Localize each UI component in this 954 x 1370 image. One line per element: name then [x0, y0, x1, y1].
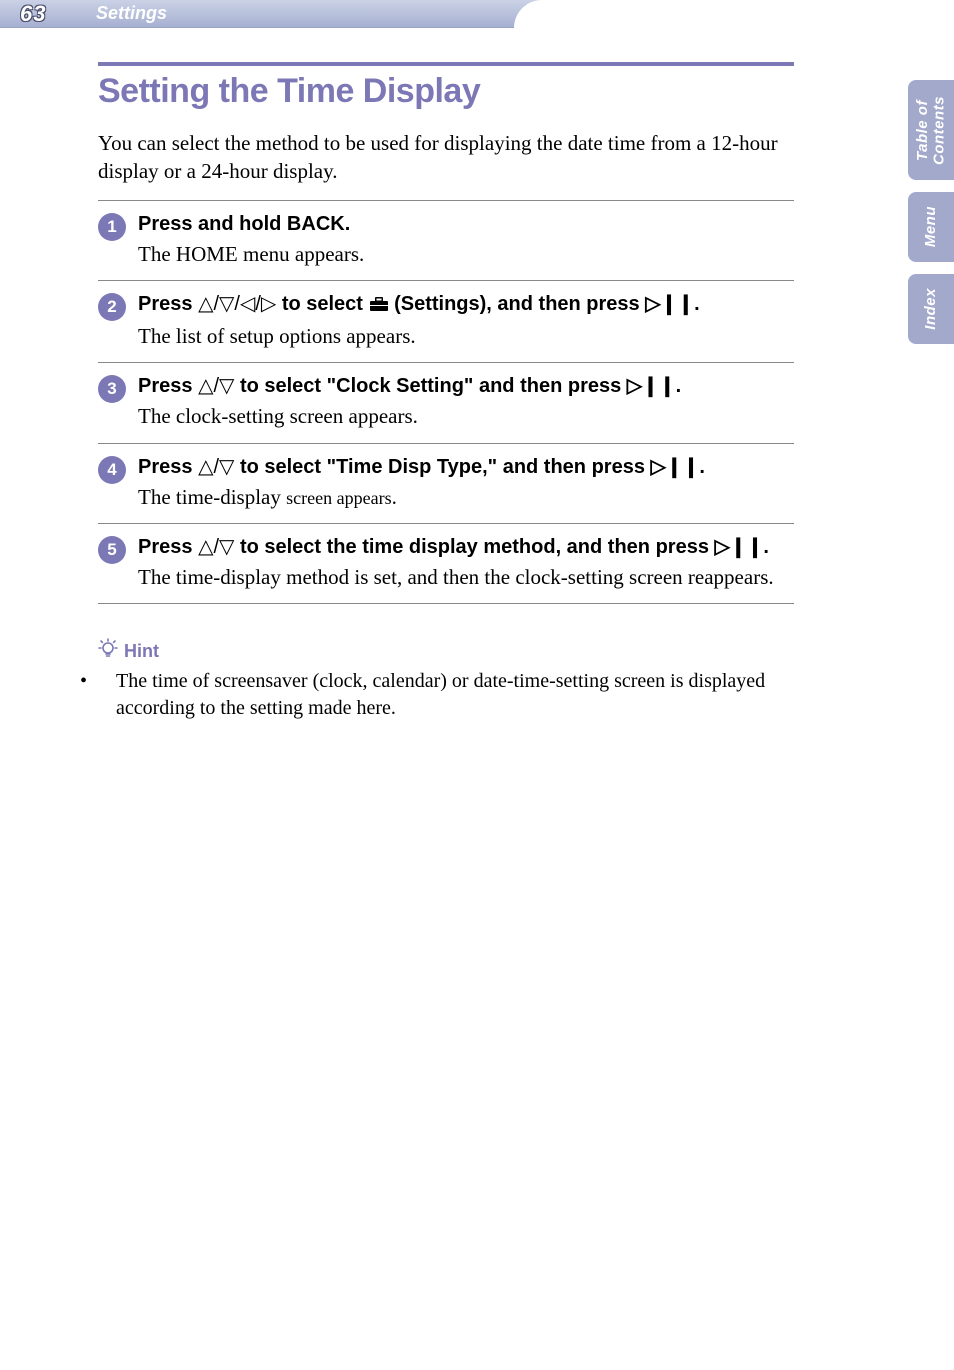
step: 3 Press △/▽ to select "Clock Setting" an…	[98, 362, 794, 442]
step: 2 Press △/▽/◁/▷ to select (Settings), an…	[98, 280, 794, 362]
page-number: 63	[0, 1, 72, 27]
step-marker: 4	[98, 456, 126, 484]
hint-body: • The time of screensaver (clock, calend…	[98, 668, 794, 722]
intro-paragraph: You can select the method to be used for…	[98, 129, 794, 186]
side-tab-label: Table of Contents	[915, 96, 948, 165]
step-title: Press △/▽/◁/▷ to select (Settings), and …	[138, 291, 794, 320]
hint-label: Hint	[124, 641, 159, 662]
side-tabs: Table of Contents Menu Index	[908, 80, 954, 344]
lightbulb-icon	[98, 638, 118, 664]
step-title: Press △/▽ to select the time display met…	[138, 534, 794, 561]
step-marker: 3	[98, 375, 126, 403]
side-tab-label: Menu	[923, 206, 940, 247]
title-rule	[98, 62, 794, 66]
hint-heading: Hint	[98, 638, 794, 664]
step-title: Press △/▽ to select "Time Disp Type," an…	[138, 454, 794, 481]
step-marker: 1	[98, 213, 126, 241]
side-tab-menu[interactable]: Menu	[908, 192, 954, 262]
header-curve	[514, 0, 954, 28]
toolbox-icon	[369, 293, 389, 320]
page-title: Setting the Time Display	[98, 72, 794, 111]
step-marker: 5	[98, 536, 126, 564]
step-desc: The list of setup options appears.	[138, 322, 794, 350]
step-title: Press △/▽ to select "Clock Setting" and …	[138, 373, 794, 400]
side-tab-label: Index	[923, 288, 940, 330]
side-tab-toc[interactable]: Table of Contents	[908, 80, 954, 180]
step-desc: The clock-setting screen appears.	[138, 402, 794, 430]
step: 1 Press and hold BACK. The HOME menu app…	[98, 200, 794, 280]
section-name: Settings	[72, 3, 167, 24]
header-bar: 63 Settings	[0, 0, 954, 28]
step-list: 1 Press and hold BACK. The HOME menu app…	[98, 200, 794, 605]
step: 5 Press △/▽ to select the time display m…	[98, 523, 794, 604]
page-content: Setting the Time Display You can select …	[0, 28, 954, 722]
step-marker: 2	[98, 293, 126, 321]
side-tab-index[interactable]: Index	[908, 274, 954, 344]
step-desc: The HOME menu appears.	[138, 240, 794, 268]
step-desc: The time-display screen appears.	[138, 483, 794, 511]
step: 4 Press △/▽ to select "Time Disp Type," …	[98, 443, 794, 523]
hint-block: Hint • The time of screensaver (clock, c…	[98, 638, 794, 722]
step-desc: The time-display method is set, and then…	[138, 563, 794, 591]
step-title: Press and hold BACK.	[138, 211, 794, 238]
